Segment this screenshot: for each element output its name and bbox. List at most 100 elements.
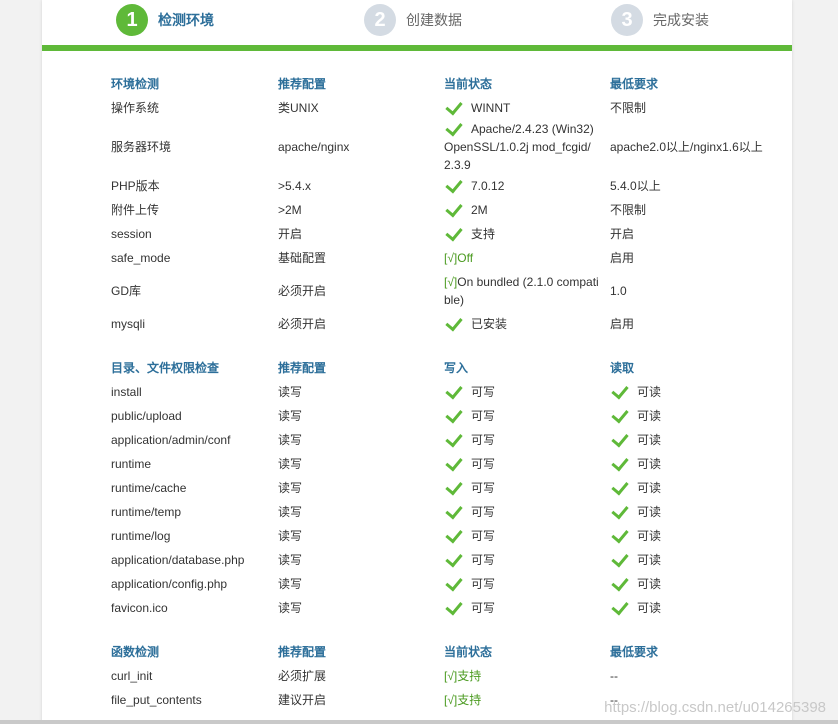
- env-recommended: 类UNIX: [278, 101, 319, 115]
- status-text: 可读: [637, 505, 662, 519]
- step-label: 完成安装: [653, 12, 709, 28]
- env-recommended: apache/nginx: [278, 140, 350, 154]
- status-text: Apache/2.4.23 (Win32): [471, 122, 594, 136]
- env-name: session: [111, 227, 152, 241]
- dir-read-status: 可读: [610, 404, 771, 428]
- section-spacer: [111, 620, 771, 640]
- dir-write-status: 可写: [444, 548, 610, 572]
- status-text: 2M: [471, 203, 488, 217]
- step-number: 2: [364, 4, 396, 36]
- dir-write-status: 可写: [444, 452, 610, 476]
- dirs-header-read: 读取: [610, 361, 635, 375]
- table-row: 操作系统 类UNIX WINNT 不限制: [111, 96, 771, 120]
- status-mark: [√]: [444, 251, 458, 265]
- dir-read-status: 可读: [610, 380, 771, 404]
- dir-path: runtime/cache: [111, 481, 187, 495]
- check-table: 环境检测 推荐配置 当前状态 最低要求 操作系统 类UNIX WINNT 不限制…: [111, 72, 771, 712]
- env-recommended: 基础配置: [278, 251, 327, 265]
- status-text: 可写: [471, 529, 496, 543]
- check-icon: [611, 525, 629, 543]
- table-row: safe_mode 基础配置 [√]Off 启用: [111, 246, 771, 270]
- dir-write-status: 可写: [444, 428, 610, 452]
- dir-recommended: 读写: [278, 553, 303, 567]
- status-text: 可写: [471, 457, 496, 471]
- step-check-environment: 1 检测环境: [116, 4, 214, 36]
- env-status: [√]Off: [444, 246, 610, 270]
- dirs-header-row: 目录、文件权限检查 推荐配置 写入 读取: [111, 356, 771, 380]
- dir-write-status: 可写: [444, 476, 610, 500]
- status-text: 可读: [637, 553, 662, 567]
- dir-path: runtime/log: [111, 529, 171, 543]
- installer-panel: 1 检测环境 2 创建数据 3 完成安装 环境检测 推荐配置 当前状态 最低要求…: [42, 0, 792, 724]
- status-text: 支持: [457, 669, 482, 683]
- env-recommended: 开启: [278, 227, 303, 241]
- env-status: 7.0.12: [444, 174, 610, 198]
- check-icon: [445, 313, 463, 331]
- env-name: GD库: [111, 284, 142, 298]
- dir-write-status: 可写: [444, 572, 610, 596]
- check-icon: [445, 477, 463, 495]
- check-icon: [445, 381, 463, 399]
- status-mark: [√]: [444, 275, 458, 289]
- dir-recommended: 读写: [278, 409, 303, 423]
- dir-recommended: 读写: [278, 505, 303, 519]
- dir-read-status: 可读: [610, 524, 771, 548]
- func-name: curl_init: [111, 669, 153, 683]
- status-text: 可写: [471, 433, 496, 447]
- dir-recommended: 读写: [278, 481, 303, 495]
- env-header-row: 环境检测 推荐配置 当前状态 最低要求: [111, 72, 771, 96]
- funcs-header-status: 当前状态: [444, 645, 493, 659]
- func-status: [√]支持: [444, 664, 610, 688]
- status-text: WINNT: [471, 101, 511, 115]
- funcs-header-minimum: 最低要求: [610, 645, 659, 659]
- env-status: Apache/2.4.23 (Win32) OpenSSL/1.0.2j mod…: [444, 118, 610, 174]
- check-icon: [445, 223, 463, 241]
- check-icon: [445, 573, 463, 591]
- env-status: 2M: [444, 198, 610, 222]
- status-text: ble): [444, 293, 465, 307]
- check-icon: [611, 477, 629, 495]
- check-icon: [445, 597, 463, 615]
- env-name: 服务器环境: [111, 140, 172, 154]
- status-text: 可写: [471, 481, 496, 495]
- check-icon: [611, 573, 629, 591]
- env-status: 支持: [444, 222, 610, 246]
- env-recommended: >2M: [278, 203, 302, 217]
- table-row: application/database.php 读写 可写 可读: [111, 548, 771, 572]
- dir-read-status: 可读: [610, 428, 771, 452]
- status-text: 可读: [637, 457, 662, 471]
- dir-path: runtime/temp: [111, 505, 182, 519]
- check-icon: [611, 549, 629, 567]
- step-number: 3: [611, 4, 643, 36]
- check-icon: [611, 381, 629, 399]
- table-row: PHP版本 >5.4.x 7.0.12 5.4.0以上: [111, 174, 771, 198]
- table-row: runtime/log 读写 可写 可读: [111, 524, 771, 548]
- bottom-scroll-strip: [0, 720, 838, 724]
- check-icon: [445, 97, 463, 115]
- env-header-check: 环境检测: [111, 77, 160, 91]
- env-name: mysqli: [111, 317, 146, 331]
- status-text: 可写: [471, 409, 496, 423]
- dir-path: application/admin/conf: [111, 433, 231, 447]
- funcs-header-recommended: 推荐配置: [278, 645, 327, 659]
- table-row: application/admin/conf 读写 可写 可读: [111, 428, 771, 452]
- dirs-header-check: 目录、文件权限检查: [111, 361, 220, 375]
- status-text: 可读: [637, 481, 662, 495]
- table-row: runtime/temp 读写 可写 可读: [111, 500, 771, 524]
- step-label: 创建数据: [406, 12, 462, 28]
- dirs-header-write: 写入: [444, 361, 469, 375]
- status-text: 可读: [637, 409, 662, 423]
- dir-recommended: 读写: [278, 385, 303, 399]
- func-status: [√]支持: [444, 688, 610, 712]
- status-text: 可写: [471, 505, 496, 519]
- dir-recommended: 读写: [278, 529, 303, 543]
- table-row: runtime 读写 可写 可读: [111, 452, 771, 476]
- check-icon: [445, 525, 463, 543]
- dir-read-status: 可读: [610, 452, 771, 476]
- env-name: safe_mode: [111, 251, 171, 265]
- status-text: 2.3.9: [444, 158, 471, 172]
- env-name: PHP版本: [111, 179, 160, 193]
- check-icon: [611, 501, 629, 519]
- dir-path: public/upload: [111, 409, 182, 423]
- env-minimum: 5.4.0以上: [610, 179, 661, 193]
